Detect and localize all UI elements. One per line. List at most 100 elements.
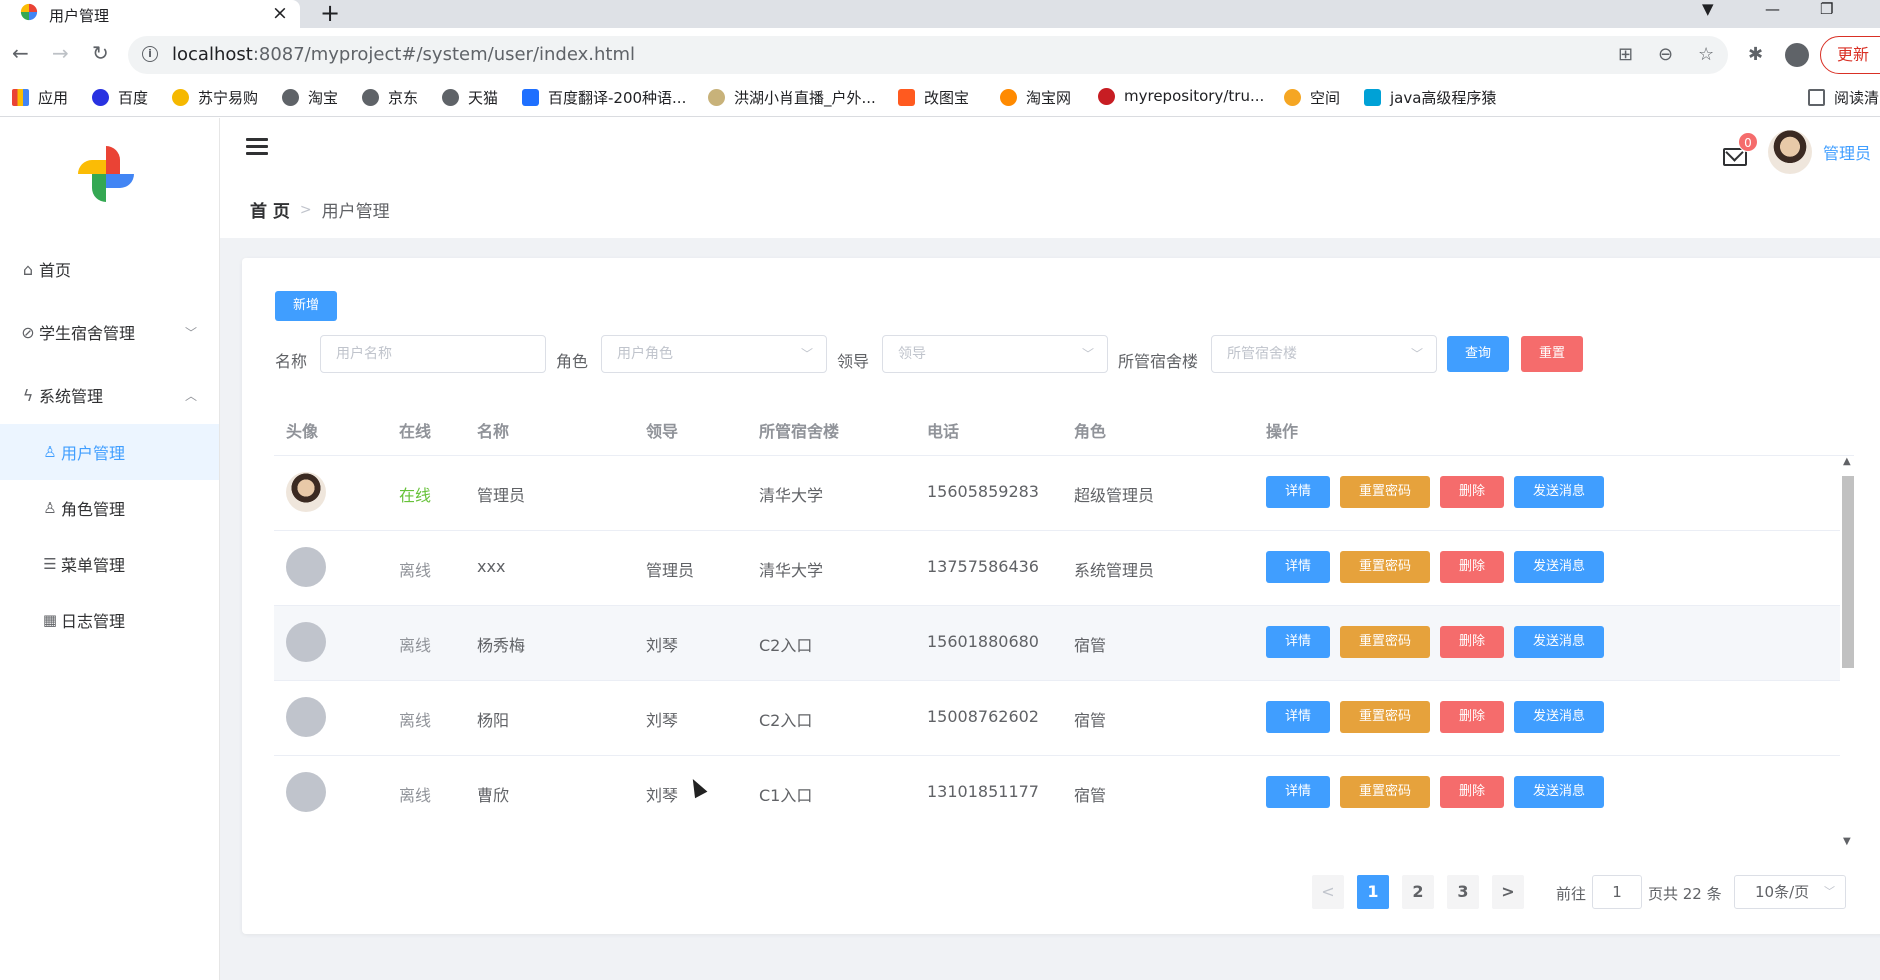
- translate-icon[interactable]: ⊞: [1618, 44, 1633, 65]
- sidebar-item-role[interactable]: ♙ 角色管理: [0, 480, 219, 536]
- bookmark-item[interactable]: 改图宝: [898, 87, 969, 108]
- bookmark-item[interactable]: myrepository/tru...: [1098, 87, 1264, 105]
- online-status: 离线: [399, 561, 432, 580]
- profile-dropdown-icon[interactable]: ▼: [1702, 0, 1714, 18]
- user-name[interactable]: 管理员: [1823, 140, 1871, 164]
- reset-button[interactable]: 重置: [1521, 336, 1583, 372]
- user-icon: ♙: [43, 443, 57, 461]
- bookmark-item[interactable]: 天猫: [442, 87, 498, 108]
- new-tab-icon[interactable]: +: [320, 0, 340, 27]
- delete-button[interactable]: 删除: [1440, 551, 1504, 583]
- add-button[interactable]: 新增: [275, 291, 337, 321]
- chevron-up-icon: ︿: [184, 388, 197, 403]
- sidebar-item-dorm[interactable]: ⊘ 学生宿舍管理 ﹀: [0, 303, 219, 361]
- dorm-filter-select[interactable]: 所管宿舍楼 ﹀: [1211, 335, 1437, 373]
- cell-name: 曹欣: [477, 786, 510, 805]
- name-filter-input[interactable]: 用户名称: [320, 335, 546, 373]
- scroll-down-icon[interactable]: ▼: [1843, 836, 1851, 847]
- back-icon[interactable]: ←: [12, 41, 29, 65]
- send-message-button[interactable]: 发送消息: [1514, 476, 1604, 508]
- page-size-select[interactable]: 10条/页 ﹀: [1734, 875, 1846, 909]
- zoom-icon[interactable]: ⊖: [1658, 44, 1673, 65]
- browser-tab[interactable]: 用户管理 ×: [0, 0, 300, 28]
- detail-button[interactable]: 详情: [1266, 626, 1330, 658]
- reset-password-button[interactable]: 重置密码: [1340, 776, 1430, 808]
- bookmark-item[interactable]: 淘宝: [282, 87, 338, 108]
- dorm-filter-placeholder: 所管宿舍楼: [1227, 346, 1297, 362]
- send-message-button[interactable]: 发送消息: [1514, 701, 1604, 733]
- scroll-up-icon[interactable]: ▲: [1843, 456, 1851, 467]
- site-info-icon[interactable]: i: [142, 46, 158, 62]
- reload-icon[interactable]: ↻: [92, 41, 109, 65]
- tab-close-icon[interactable]: ×: [272, 2, 288, 24]
- table-row: 离线 杨秀梅 刘琴 C2入口 15601880680 宿管 详情 重置密码 删除…: [274, 606, 1840, 681]
- breadcrumb-home[interactable]: 首 页: [250, 197, 290, 222]
- bookmark-item[interactable]: 京东: [362, 87, 418, 108]
- page-button[interactable]: 3: [1447, 875, 1479, 909]
- sidebar-item-user[interactable]: ♙ 用户管理: [0, 424, 219, 480]
- role-filter-select[interactable]: 用户角色 ﹀: [601, 335, 827, 373]
- avatar[interactable]: [1768, 130, 1812, 174]
- detail-button[interactable]: 详情: [1266, 551, 1330, 583]
- bookmark-item[interactable]: 淘宝网: [1000, 87, 1071, 108]
- prev-page-icon[interactable]: <: [1312, 875, 1344, 909]
- page-button[interactable]: 1: [1357, 875, 1389, 909]
- bookmark-item[interactable]: 百度翻译-200种语...: [522, 87, 686, 108]
- globe-icon: [282, 89, 299, 106]
- sidebar-item-menu[interactable]: ☰ 菜单管理: [0, 536, 219, 592]
- goto-page-input[interactable]: 1: [1592, 875, 1642, 909]
- bookmark-star-icon[interactable]: ☆: [1698, 44, 1714, 65]
- reset-password-button[interactable]: 重置密码: [1340, 476, 1430, 508]
- sidebar-item-log[interactable]: ▦ 日志管理: [0, 592, 219, 648]
- page-button[interactable]: 2: [1402, 875, 1434, 909]
- detail-button[interactable]: 详情: [1266, 776, 1330, 808]
- minimize-icon[interactable]: —: [1765, 0, 1780, 18]
- suning-icon: [172, 89, 189, 106]
- delete-button[interactable]: 删除: [1440, 476, 1504, 508]
- bookmark-item[interactable]: 苏宁易购: [172, 87, 258, 108]
- cell-leader: 刘琴: [646, 636, 679, 655]
- bookmark-item[interactable]: 洪湖小肖直播_户外...: [708, 87, 876, 108]
- update-button[interactable]: 更新: [1820, 36, 1880, 74]
- delete-button[interactable]: 删除: [1440, 701, 1504, 733]
- table-row: 离线 杨阳 刘琴 C2入口 15008762602 宿管 详情 重置密码 删除 …: [274, 681, 1840, 756]
- url-text: localhost:8087/myproject#/system/user/in…: [172, 44, 635, 65]
- restore-icon[interactable]: ❐: [1820, 0, 1833, 18]
- avatar: [286, 622, 326, 662]
- url-input[interactable]: i localhost:8087/myproject#/system/user/…: [128, 36, 1728, 74]
- detail-button[interactable]: 详情: [1266, 476, 1330, 508]
- baidu-icon: [92, 89, 109, 106]
- sidebar-item-system[interactable]: ϟ 系统管理 ︿: [0, 366, 219, 424]
- leader-filter-select[interactable]: 领导 ﹀: [882, 335, 1108, 373]
- sidebar: ⌂ 首页 ⊘ 学生宿舍管理 ﹀ ϟ 系统管理 ︿ ♙ 用户管理 ♙ 角色管理 ☰…: [0, 118, 220, 980]
- table-scrollbar[interactable]: ▲ ▼: [1840, 456, 1856, 852]
- next-page-icon[interactable]: >: [1492, 875, 1524, 909]
- globe-icon: [362, 89, 379, 106]
- send-message-button[interactable]: 发送消息: [1514, 776, 1604, 808]
- send-message-button[interactable]: 发送消息: [1514, 626, 1604, 658]
- role-filter-placeholder: 用户角色: [617, 346, 673, 362]
- forward-icon[interactable]: →: [52, 41, 69, 65]
- globe-icon: [442, 89, 459, 106]
- send-message-button[interactable]: 发送消息: [1514, 551, 1604, 583]
- online-status: 离线: [399, 711, 432, 730]
- hamburger-menu-icon[interactable]: [246, 138, 268, 159]
- detail-button[interactable]: 详情: [1266, 701, 1330, 733]
- bookmark-item[interactable]: java高级程序猿: [1364, 87, 1496, 108]
- reading-list[interactable]: 阅读清: [1808, 87, 1879, 108]
- scrollbar-thumb[interactable]: [1842, 476, 1854, 668]
- sidebar-item-home[interactable]: ⌂ 首页: [0, 240, 219, 298]
- reset-password-button[interactable]: 重置密码: [1340, 701, 1430, 733]
- query-button[interactable]: 查询: [1447, 336, 1509, 372]
- reset-password-button[interactable]: 重置密码: [1340, 551, 1430, 583]
- bookmark-item[interactable]: 百度: [92, 87, 148, 108]
- dorm-filter-label: 所管宿舍楼: [1118, 352, 1199, 371]
- goto-label: 前往: [1556, 885, 1587, 903]
- reset-password-button[interactable]: 重置密码: [1340, 626, 1430, 658]
- bookmark-item[interactable]: 空间: [1284, 87, 1340, 108]
- delete-button[interactable]: 删除: [1440, 626, 1504, 658]
- bookmark-apps[interactable]: 应用: [12, 87, 68, 108]
- profile-avatar-icon[interactable]: [1785, 43, 1809, 67]
- delete-button[interactable]: 删除: [1440, 776, 1504, 808]
- extensions-icon[interactable]: ✱: [1748, 44, 1763, 65]
